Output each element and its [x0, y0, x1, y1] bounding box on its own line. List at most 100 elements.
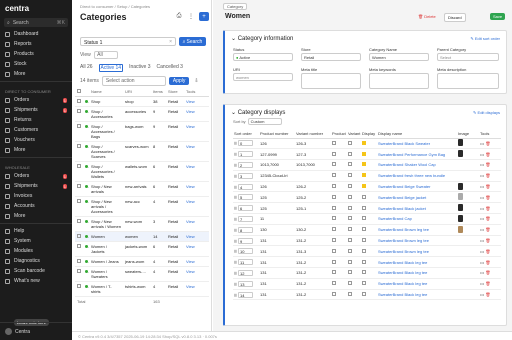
edit-displays-link[interactable]: ✎ Edit displays — [473, 110, 500, 115]
row-checkbox[interactable] — [77, 98, 81, 103]
panel-header[interactable]: ⌄ Category displays — [231, 109, 285, 116]
sidebar-item-what-s-new[interactable]: What's new — [0, 276, 72, 286]
meta-description-input[interactable] — [437, 73, 499, 89]
table-row[interactable]: Shop shop 38 Retail View — [75, 96, 209, 107]
variant-checkbox[interactable] — [348, 270, 352, 275]
display-row[interactable]: ⠿ 0 126 126-3 SweaterBrand Black Sweater •••… — [233, 138, 501, 150]
table-row[interactable]: Shop / Accessories accessories 9 Retail View — [75, 106, 209, 122]
display-checkbox[interactable] — [362, 248, 366, 253]
panel-header[interactable]: ⌄ Category information — [231, 35, 293, 42]
sidebar-item-orders[interactable]: Orders 1 — [0, 95, 72, 105]
trash-icon[interactable]: 🗑 — [485, 216, 490, 221]
display-checkbox[interactable] — [362, 259, 366, 264]
sidebar-item-reports[interactable]: Reports — [0, 39, 72, 49]
tab-all[interactable]: All 26 — [80, 64, 93, 72]
sidebar-item-scan-barcode[interactable]: Scan barcode — [0, 266, 72, 276]
sidebar-item-customers[interactable]: Customers — [0, 125, 72, 135]
product-checkbox[interactable] — [332, 173, 336, 178]
view-link[interactable]: View — [184, 106, 209, 122]
display-row[interactable]: ⠿ 8 130 130-2 SweaterBrand Brown leg tee •••… — [233, 224, 501, 236]
row-checkbox[interactable] — [77, 268, 81, 273]
display-row[interactable]: ⠿ 11 131 131-2 SweaterBrand Black leg tee ••… — [233, 256, 501, 269]
display-row[interactable]: ⠿ 1 127-0999 127-3 SweaterBrand Performance… — [233, 148, 501, 161]
print-icon[interactable]: ⎙ — [174, 12, 184, 21]
search-input[interactable]: Status 1 × — [80, 37, 176, 46]
centra-logo[interactable]: centra — [0, 0, 72, 16]
uri-input[interactable]: women — [233, 73, 293, 81]
column-header[interactable]: Items — [151, 88, 166, 97]
display-name-link[interactable]: SweaterBrand Beige jacket — [377, 191, 457, 204]
display-name-link[interactable]: SweaterBrand Beige Sweater — [377, 181, 457, 193]
display-row[interactable]: ⠿ 10 131 131-3 SweaterBrand Brown leg tee ••… — [233, 245, 501, 258]
display-row[interactable]: ⠿ 14 131 131-2 SweaterBrand Black leg tee ••… — [233, 289, 501, 301]
sidebar-item-diagnostics[interactable]: Diagnostics — [0, 256, 72, 266]
table-row[interactable]: Women / Jeans jeans-wom 4 Retail View — [75, 256, 209, 267]
table-row[interactable]: Women / T-shirts tshirts-wom 4 Retail View — [75, 281, 209, 297]
product-checkbox[interactable] — [332, 162, 336, 167]
view-link[interactable]: View — [184, 266, 209, 282]
variant-checkbox[interactable] — [348, 205, 352, 210]
display-name-link[interactable]: SweaterBrand Brown leg tee — [377, 245, 457, 258]
clear-icon[interactable]: × — [169, 39, 172, 45]
tab-inactive[interactable]: Inactive 3 — [129, 64, 150, 72]
display-name-link[interactable]: SweaterBrand Black leg tee — [377, 256, 457, 269]
display-checkbox[interactable] — [362, 227, 366, 232]
display-checkbox[interactable] — [362, 238, 366, 243]
row-checkbox[interactable] — [77, 218, 81, 223]
display-name-link[interactable]: SweaterBrand Brown leg tee — [377, 224, 457, 236]
trash-icon[interactable]: 🗑 — [485, 260, 490, 265]
row-checkbox[interactable] — [77, 183, 81, 188]
trash-icon[interactable]: 🗑 — [485, 227, 490, 232]
product-checkbox[interactable] — [332, 281, 336, 286]
apply-button[interactable]: Apply — [168, 77, 190, 85]
display-row[interactable]: ⠿ 3 12345-Cloud-Iri SweaterBrand fresh thr… — [233, 170, 501, 182]
sort-order-input[interactable]: 6 — [238, 205, 254, 212]
add-category-button[interactable]: + — [199, 12, 209, 21]
store-select[interactable]: Retail — [301, 53, 361, 61]
sort-order-input[interactable]: 11 — [238, 259, 254, 266]
trash-icon[interactable]: 🗑 — [485, 206, 490, 211]
product-checkbox[interactable] — [332, 238, 336, 243]
view-link[interactable]: View — [184, 141, 209, 162]
row-checkbox[interactable] — [77, 123, 81, 128]
product-checkbox[interactable] — [332, 259, 336, 264]
table-row[interactable]: Shop / New arrivals / Accessories new-acc… — [75, 196, 209, 217]
row-checkbox[interactable] — [77, 143, 81, 148]
display-checkbox[interactable] — [362, 216, 366, 221]
sidebar-item-help[interactable]: Help — [0, 226, 72, 236]
trash-icon[interactable]: 🗑 — [485, 249, 490, 254]
display-row[interactable]: ⠿ 12 131 131-2 SweaterBrand Black leg tee ••… — [233, 267, 501, 279]
variant-checkbox[interactable] — [348, 140, 352, 145]
row-checkbox[interactable] — [77, 233, 81, 238]
export-icon[interactable]: ⇩ — [194, 78, 198, 84]
display-row[interactable]: ⠿ 4 126 126-2 SweaterBrand Beige Sweater •••… — [233, 181, 501, 193]
view-link[interactable]: View — [184, 241, 209, 257]
trash-icon[interactable]: 🗑 — [485, 238, 490, 243]
sort-order-input[interactable]: 14 — [238, 291, 254, 298]
sidebar-item-system[interactable]: System — [0, 236, 72, 246]
trash-icon[interactable]: 🗑 — [485, 184, 490, 189]
variant-checkbox[interactable] — [348, 238, 352, 243]
display-row[interactable]: ⠿ 13 131 131-2 SweaterBrand Black leg tee ••… — [233, 278, 501, 290]
product-checkbox[interactable] — [332, 151, 336, 156]
product-checkbox[interactable] — [332, 270, 336, 275]
sort-order-input[interactable]: 13 — [238, 280, 254, 287]
display-name-link[interactable]: SweaterBrand fresh three new bundle — [377, 170, 457, 182]
display-checkbox[interactable] — [362, 205, 366, 210]
view-link[interactable]: View — [184, 231, 209, 242]
variant-checkbox[interactable] — [348, 259, 352, 264]
variant-checkbox[interactable] — [348, 162, 352, 167]
sort-order-input[interactable]: 7 — [238, 215, 254, 222]
display-row[interactable]: ⠿ 7 11 SweaterBrand Cap ••• 🗑 — [233, 213, 501, 225]
trash-icon[interactable]: 🗑 — [485, 195, 490, 200]
trash-icon[interactable]: 🗑 — [485, 162, 490, 167]
table-row[interactable]: Shop / New arrivals new-arrivals 6 Retail Vi… — [75, 181, 209, 197]
save-button[interactable]: Save — [490, 13, 506, 20]
user-menu[interactable]: Centra — [0, 322, 72, 340]
view-link[interactable]: View — [184, 161, 209, 182]
row-checkbox[interactable] — [77, 108, 81, 113]
sidebar-item-accounts[interactable]: Accounts — [0, 201, 72, 211]
status-select[interactable]: ● Active — [233, 53, 293, 61]
sort-order-input[interactable]: 5 — [238, 194, 254, 201]
view-link[interactable]: View — [184, 181, 209, 197]
